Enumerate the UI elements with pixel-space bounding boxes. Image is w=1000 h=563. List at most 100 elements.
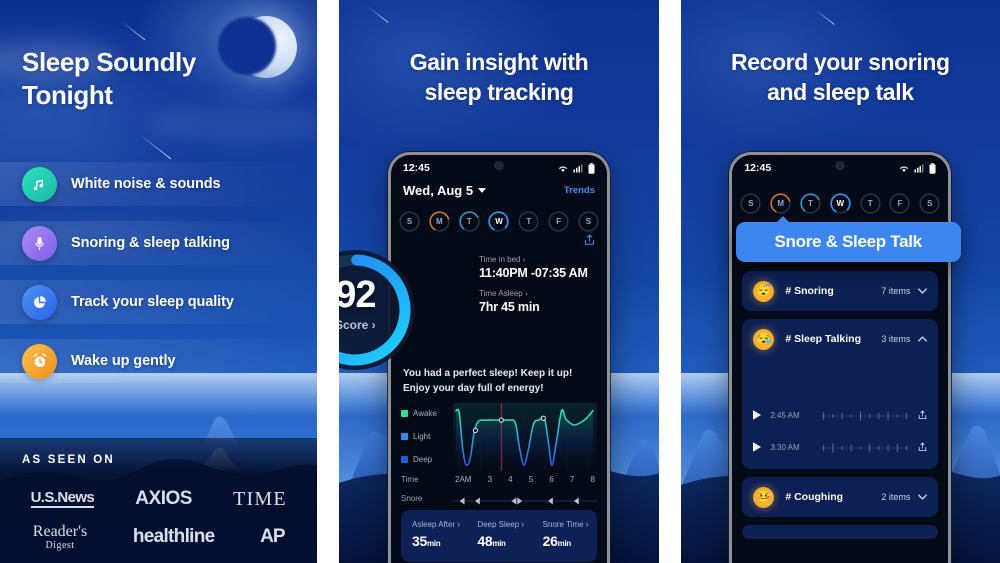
headline-line-2: and sleep talk (767, 78, 914, 105)
chevron-down-icon[interactable] (918, 494, 928, 500)
wifi-icon (558, 166, 568, 172)
recording-item[interactable]: 3:30 AM (742, 431, 938, 463)
date-label: Wed, Aug 5 (403, 183, 474, 198)
category-row[interactable]: 🤒 # Coughing 2 items (742, 477, 938, 517)
share-icon[interactable] (918, 410, 927, 420)
share-icon[interactable] (918, 442, 927, 452)
x-tick-label: 2AM (455, 475, 472, 484)
cellular-signal-icon (573, 164, 583, 173)
day-chip-s2[interactable]: S (919, 193, 940, 214)
page-title: Record your snoring and sleep talk (695, 48, 986, 108)
legend-label: Deep (413, 455, 433, 464)
x-tick-label: 5 (528, 475, 534, 484)
time-asleep-label[interactable]: Time Asleep › (479, 289, 597, 298)
score-label[interactable]: Score › (339, 318, 421, 332)
cellular-signal-icon (914, 164, 924, 173)
day-chip-f[interactable]: F (889, 193, 911, 214)
stat-label: Snore Time › (542, 520, 589, 529)
day-ring-icon (429, 211, 450, 232)
alarm-clock-icon (22, 343, 57, 379)
stat-label: Deep Sleep › (477, 520, 525, 529)
feature-item-wake-gently[interactable]: Wake up gently (0, 339, 318, 383)
day-chip-w-selected[interactable]: W (488, 211, 510, 232)
legend-item-deep: Deep (401, 455, 449, 464)
week-day-selector: S M T W T F S (740, 193, 940, 214)
snore-sleep-talk-tooltip[interactable]: Snore & Sleep Talk (735, 216, 961, 262)
day-chip-t1[interactable]: T (800, 193, 821, 214)
snore-markers[interactable] (453, 493, 597, 505)
day-chip-t2[interactable]: T (518, 211, 539, 232)
category-sleep-talking[interactable]: 😪 # Sleep Talking 3 items 2:45 AM 3:30 A… (742, 319, 939, 469)
category-row[interactable]: 😪 # Sleep Talking 3 items (742, 319, 938, 359)
microphone-icon (22, 225, 57, 261)
trends-button[interactable]: Trends (564, 185, 595, 196)
panel-divider (658, 0, 681, 563)
day-chip-s[interactable]: S (740, 193, 761, 214)
chart-legend: Awake Light Deep (401, 409, 449, 478)
time-axis-label: Time (401, 475, 419, 484)
logo-ap: AP (260, 526, 285, 547)
stat-asleep-after[interactable]: Asleep After › 35min (401, 510, 466, 562)
pie-chart-icon (22, 284, 57, 320)
play-icon[interactable] (753, 410, 762, 420)
x-tick-labels: 2AM 3 4 5 6 7 8 (453, 475, 597, 484)
chevron-down-icon[interactable] (918, 288, 928, 294)
category-snoring[interactable]: 😴 # Snoring 7 items (742, 271, 939, 311)
stat-deep-sleep[interactable]: Deep Sleep › 48min (466, 510, 531, 562)
battery-icon (588, 162, 595, 174)
category-coughing[interactable]: 🤒 # Coughing 2 items (742, 477, 939, 517)
stat-snore-time[interactable]: Snore Time › 26min (532, 510, 597, 562)
phone-screen: 12:45 S M T W T F S 😴 # Snoring 7 items … (732, 155, 949, 563)
feature-item-track-quality[interactable]: Track your sleep quality (0, 280, 318, 324)
day-chip-f[interactable]: F (548, 211, 569, 232)
as-seen-on-label: AS SEEN ON (22, 454, 115, 466)
date-dropdown[interactable]: Wed, Aug 5 (403, 183, 487, 198)
day-chip-w-selected[interactable]: W (830, 193, 851, 214)
day-ring-icon (770, 193, 791, 214)
sleep-summary-info: Time in bed › 11:40PM -07:35 AM Time Asl… (479, 255, 597, 323)
feature-label: White noise & sounds (71, 176, 221, 192)
sleeping-face-emoji-icon: 😴 (753, 280, 775, 302)
feature-item-white-noise[interactable]: White noise & sounds (0, 162, 318, 206)
sleep-message: You had a perfect sleep! Keep it up! Enj… (403, 368, 573, 394)
day-chip-s2[interactable]: S (578, 211, 599, 232)
day-chip-t1[interactable]: T (459, 211, 480, 232)
time-in-bed-label[interactable]: Time in bed › (479, 255, 597, 264)
day-chip-t2[interactable]: T (860, 193, 881, 214)
share-icon (585, 234, 594, 245)
day-chip-m[interactable]: M (429, 211, 450, 232)
recording-item[interactable]: 2:45 AM (742, 399, 938, 431)
day-chip-s[interactable]: S (399, 211, 420, 232)
page-title: Gain insight with sleep tracking (353, 48, 644, 108)
legend-label: Awake (413, 409, 437, 418)
recording-time: 2:45 AM (770, 410, 800, 420)
wifi-icon (900, 166, 909, 172)
share-button[interactable] (584, 233, 595, 251)
status-bar: 12:45 (391, 155, 607, 181)
chart-plot-area[interactable] (453, 403, 597, 471)
x-tick-label: 8 (590, 475, 595, 484)
category-partial[interactable] (742, 525, 939, 539)
chevron-down-icon (478, 188, 487, 193)
sleep-score-ring[interactable]: 92 Score › (339, 244, 421, 376)
legend-label: Light (413, 432, 431, 441)
chevron-up-icon[interactable] (918, 336, 928, 342)
phone-screen: 12:45 Wed, Aug 5 Trends S M T W T F S Ti… (391, 155, 607, 563)
snore-axis-label: Snore (401, 493, 423, 503)
day-ring-icon (830, 193, 851, 214)
feature-item-snoring[interactable]: Snoring & sleep talking (0, 221, 318, 265)
category-name: # Sleep Talking (785, 333, 861, 345)
panel-recordings: Record your snoring and sleep talk 12:45 (680, 0, 1000, 563)
feature-list: White noise & sounds Snoring & sleep tal… (0, 162, 318, 398)
waveform-icon (820, 409, 913, 421)
status-icons (557, 162, 595, 174)
day-chip-m[interactable]: M (770, 193, 791, 214)
feature-label: Snoring & sleep talking (71, 235, 230, 251)
chart-x-axis: Time 2AM 3 4 5 6 7 8 (401, 475, 597, 484)
headline-line-1: Record your snoring (731, 49, 950, 75)
category-row[interactable]: 😴 # Snoring 7 items (742, 271, 938, 311)
recording-time: 3:30 AM (770, 442, 800, 452)
press-logos: U.S.News AXIOS TIME Reader's Digest heal… (10, 480, 307, 556)
play-icon[interactable] (753, 442, 762, 452)
